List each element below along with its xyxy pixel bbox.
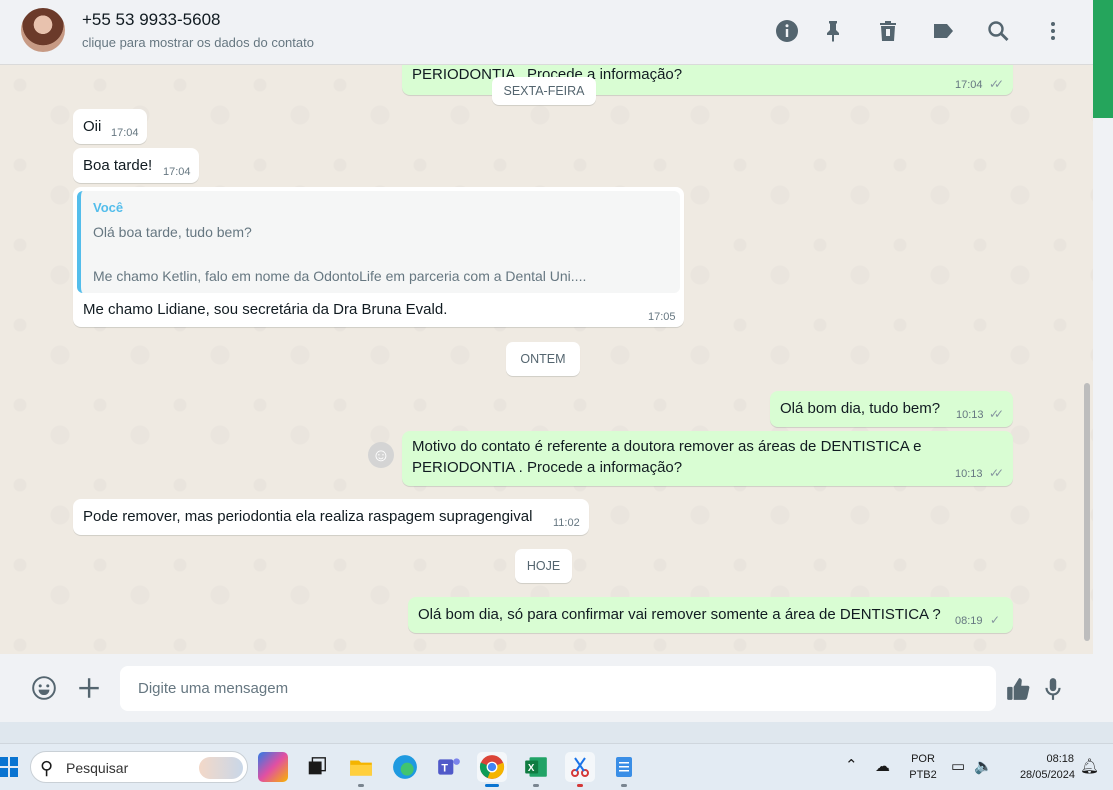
- message-time: 17:05: [648, 311, 676, 323]
- sent-tick-icon: ✓: [990, 613, 1001, 627]
- microphone-icon[interactable]: [1038, 674, 1068, 704]
- contact-avatar[interactable]: [21, 8, 65, 52]
- message-time: 17:04: [955, 79, 983, 91]
- contact-subtitle[interactable]: clique para mostrar os dados do contato: [82, 35, 314, 50]
- task-view-icon[interactable]: [302, 752, 332, 782]
- message-composer: [0, 654, 1093, 722]
- message-bubble-incoming[interactable]: Pode remover, mas periodontia ela realiz…: [73, 499, 589, 535]
- message-bubble-outgoing[interactable]: Motivo do contato é referente a doutora …: [402, 431, 1013, 486]
- file-explorer-icon[interactable]: [346, 752, 376, 787]
- edge-icon[interactable]: [390, 752, 420, 782]
- notification-bell-icon[interactable]: 🔔︎: [1080, 757, 1099, 775]
- read-ticks-icon: ✓✓: [989, 466, 1004, 480]
- message-time: 08:19: [955, 615, 983, 627]
- thumbs-up-icon[interactable]: [1003, 674, 1033, 704]
- search-icon[interactable]: [985, 18, 1011, 44]
- running-indicator: [577, 784, 583, 787]
- taskbar-search-placeholder: Pesquisar: [66, 760, 129, 776]
- input-language-secondary[interactable]: PTB2: [907, 769, 939, 781]
- more-vertical-icon[interactable]: [1040, 18, 1066, 44]
- copilot-icon[interactable]: [258, 752, 288, 782]
- quoted-message[interactable]: Você Olá boa tarde, tudo bem? Me chamo K…: [77, 191, 680, 293]
- message-text: Me chamo Lidiane, sou secretária da Dra …: [83, 301, 448, 318]
- input-language-primary[interactable]: POR: [907, 753, 939, 765]
- message-text: Pode remover, mas periodontia ela realiz…: [83, 508, 533, 525]
- running-indicator: [533, 784, 539, 787]
- delete-icon[interactable]: [875, 18, 901, 44]
- message-text: Motivo do contato é referente a doutora …: [412, 438, 922, 455]
- tray-expand-icon[interactable]: ⌃: [845, 756, 858, 774]
- read-ticks-icon: ✓✓: [989, 407, 1004, 421]
- message-time: 10:13: [956, 409, 984, 421]
- message-bubble-incoming[interactable]: Boa tarde! 17:04: [73, 148, 199, 183]
- onedrive-icon[interactable]: ☁: [875, 757, 890, 775]
- chat-header: +55 53 9933-5608 clique para mostrar os …: [0, 0, 1093, 65]
- message-time: 11:02: [553, 517, 580, 529]
- svg-text:T: T: [441, 762, 448, 774]
- chrome-icon[interactable]: [477, 752, 507, 787]
- clock-date[interactable]: 28/05/2024: [1005, 769, 1075, 781]
- clock-time[interactable]: 08:18: [1010, 753, 1074, 765]
- read-ticks-icon: ✓✓: [989, 77, 1004, 91]
- message-bubble-outgoing[interactable]: Olá bom dia, só para confirmar vai remov…: [408, 597, 1013, 633]
- message-input[interactable]: [120, 666, 996, 711]
- taskbar-search[interactable]: ⚲ Pesquisar: [30, 751, 248, 783]
- date-divider: SEXTA-FEIRA: [492, 77, 596, 105]
- label-icon[interactable]: [930, 18, 956, 44]
- message-time: 17:04: [111, 127, 139, 139]
- emoji-icon[interactable]: [29, 673, 59, 703]
- message-text: Oii: [83, 118, 102, 135]
- contact-name[interactable]: +55 53 9933-5608: [82, 10, 221, 30]
- message-bubble-outgoing[interactable]: Olá bom dia, tudo bem? 10:13 ✓✓: [770, 391, 1013, 427]
- excel-icon[interactable]: X: [521, 752, 551, 787]
- search-icon: ⚲: [40, 758, 54, 778]
- chat-scrollbar[interactable]: [1084, 383, 1090, 641]
- message-text: Olá bom dia, só para confirmar vai remov…: [418, 606, 941, 623]
- message-time: 17:04: [163, 166, 191, 178]
- snipping-tool-icon[interactable]: [565, 752, 595, 787]
- windows-taskbar: ⚲ Pesquisar T X ⌃ ☁ POR PTB2 ▭ 🔈 08:18 2…: [0, 743, 1113, 790]
- emoji-reaction-button[interactable]: ☺: [368, 442, 394, 468]
- message-time: 10:13: [955, 468, 983, 480]
- search-highlight-icon: [199, 757, 243, 779]
- windows-start-icon[interactable]: [0, 757, 18, 777]
- message-text: Boa tarde!: [83, 157, 153, 174]
- date-divider: HOJE: [515, 549, 572, 583]
- teams-icon[interactable]: T: [434, 752, 464, 782]
- message-text: Olá bom dia, tudo bem?: [780, 400, 941, 417]
- desktop-background: [0, 722, 1113, 743]
- message-text: PERIODONTIA . Procede a informação?: [412, 459, 683, 476]
- running-indicator: [621, 784, 627, 787]
- message-bubble-incoming-reply[interactable]: Você Olá boa tarde, tudo bem? Me chamo K…: [73, 187, 684, 327]
- svg-text:X: X: [528, 763, 535, 774]
- background-window-accent: [1093, 0, 1113, 118]
- active-indicator: [485, 784, 499, 787]
- notepad-icon[interactable]: [609, 752, 639, 787]
- quote-author: Você: [93, 200, 124, 215]
- volume-icon[interactable]: 🔈: [974, 757, 993, 775]
- message-bubble-incoming[interactable]: Oii 17:04: [73, 109, 147, 144]
- quote-text: Olá boa tarde, tudo bem?: [93, 224, 252, 240]
- info-icon[interactable]: [774, 18, 800, 44]
- running-indicator: [358, 784, 364, 787]
- plus-icon[interactable]: [74, 673, 104, 703]
- network-icon[interactable]: ▭: [951, 757, 965, 775]
- date-divider: ONTEM: [506, 342, 580, 376]
- message-list[interactable]: PERIODONTIA . Procede a informação? 17:0…: [0, 65, 1093, 654]
- quote-text: Me chamo Ketlin, falo em nome da OdontoL…: [93, 268, 587, 284]
- pin-icon[interactable]: [820, 18, 846, 44]
